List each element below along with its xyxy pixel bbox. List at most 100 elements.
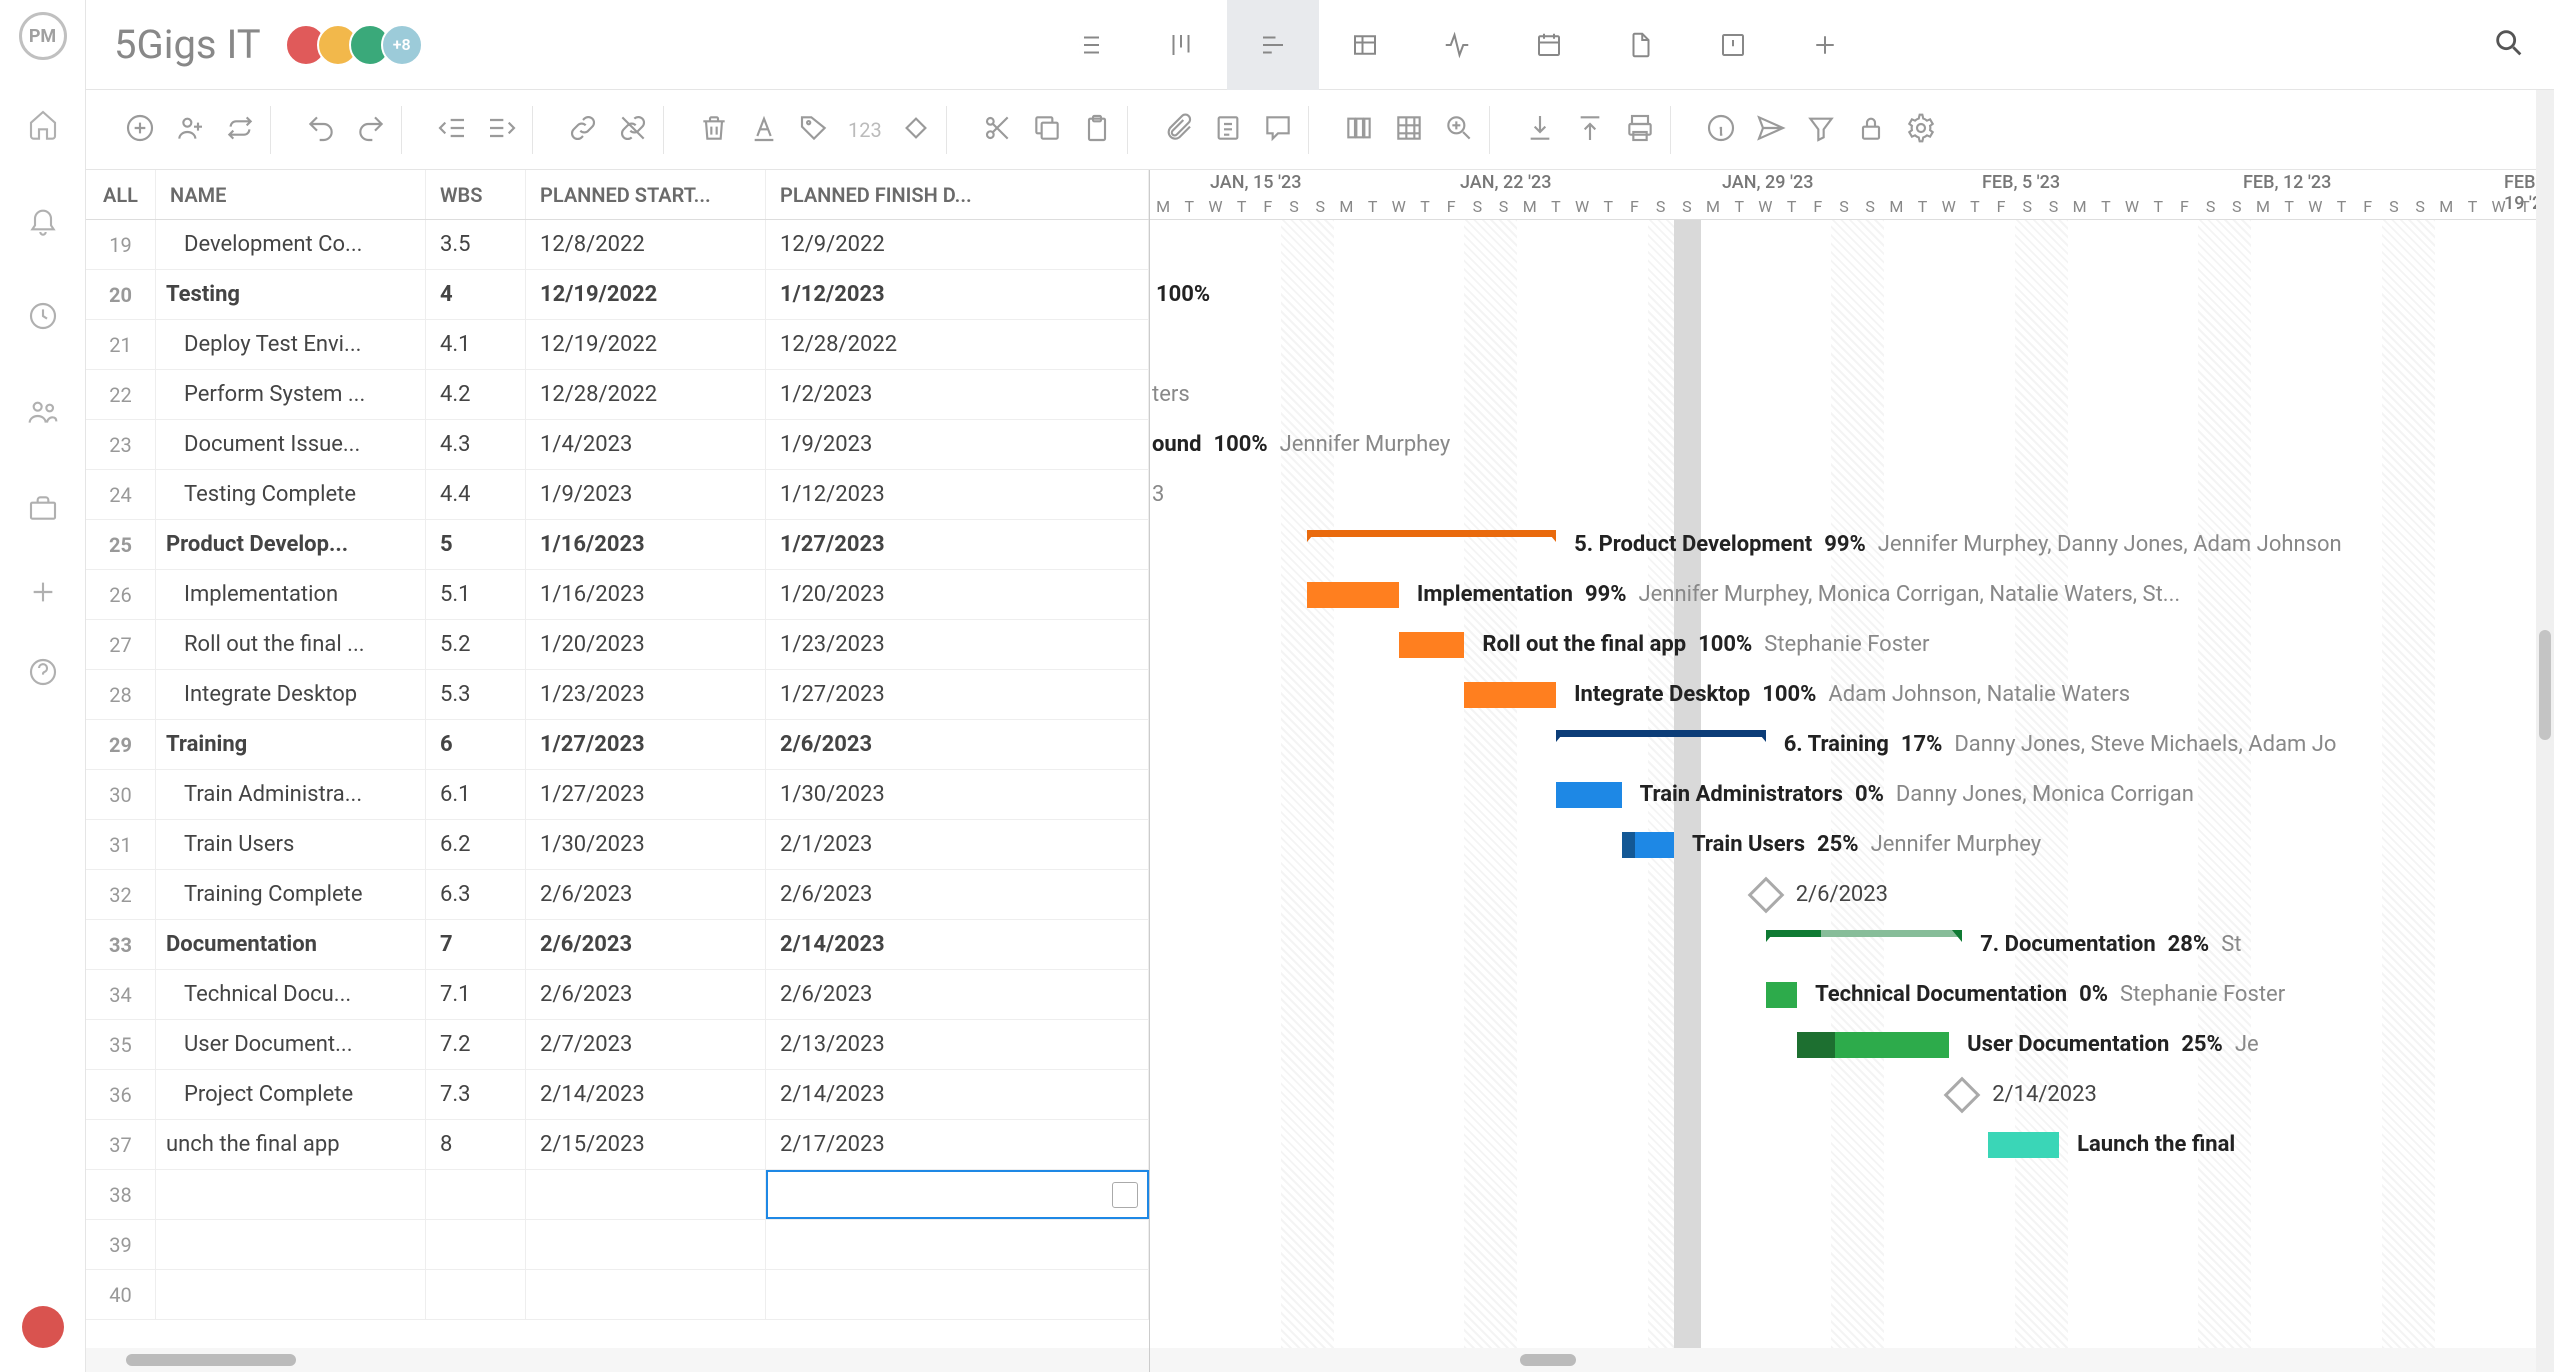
wbs-cell[interactable]: 6.1 [426,770,526,819]
start-cell[interactable]: 1/30/2023 [526,820,766,869]
settings-icon[interactable] [1905,112,1937,148]
zoom-icon[interactable] [1443,112,1475,148]
gantt-body[interactable]: 100%tersound100%Jennifer Murphey35. Prod… [1150,220,2554,1348]
tab-add[interactable] [1779,0,1871,90]
unlink-icon[interactable] [617,112,649,148]
table-row[interactable]: 27Roll out the final ...5.21/20/20231/23… [86,620,1149,670]
col-start[interactable]: PLANNED START... [526,170,766,219]
milestone-marker[interactable] [1747,877,1784,914]
table-row[interactable]: 31Train Users6.21/30/20232/1/2023 [86,820,1149,870]
table-row[interactable]: 39 [86,1220,1149,1270]
table-row[interactable]: 20Testing412/19/20221/12/2023 [86,270,1149,320]
start-cell[interactable]: 1/27/2023 [526,720,766,769]
wbs-cell[interactable]: 6.2 [426,820,526,869]
assign-icon[interactable] [174,112,206,148]
start-cell[interactable]: 1/4/2023 [526,420,766,469]
wbs-cell[interactable]: 5 [426,520,526,569]
task-bar[interactable] [1766,982,1797,1008]
lock-icon[interactable] [1855,112,1887,148]
bell-icon[interactable] [27,204,59,240]
avatar-more[interactable]: +8 [381,24,423,66]
task-bar[interactable] [1464,682,1556,708]
finish-cell[interactable]: 2/1/2023 [766,820,1149,869]
outdent-icon[interactable] [436,112,468,148]
task-name-cell[interactable]: Implementation [156,570,426,619]
comment-icon[interactable] [1262,112,1294,148]
scroll-y[interactable] [2536,90,2554,1372]
task-name-cell[interactable]: Integrate Desktop [156,670,426,719]
task-name-cell[interactable]: Train Users [156,820,426,869]
tab-sheet[interactable] [1319,0,1411,90]
table-row[interactable]: 26Implementation5.11/16/20231/20/2023 [86,570,1149,620]
task-name-cell[interactable]: Training [156,720,426,769]
task-name-cell[interactable]: Testing [156,270,426,319]
table-row[interactable]: 34Technical Docu...7.12/6/20232/6/2023 [86,970,1149,1020]
task-name-cell[interactable]: Roll out the final ... [156,620,426,669]
wbs-cell[interactable]: 4.1 [426,320,526,369]
finish-cell[interactable]: 1/12/2023 [766,270,1149,319]
start-cell[interactable]: 2/6/2023 [526,870,766,919]
finish-cell[interactable]: 1/12/2023 [766,470,1149,519]
task-bar[interactable] [1399,632,1465,658]
milestone-icon[interactable] [900,112,932,148]
wbs-cell[interactable] [426,1270,526,1319]
search-button[interactable] [2492,26,2526,64]
task-name-cell[interactable]: unch the final app [156,1120,426,1169]
wbs-cell[interactable] [426,1220,526,1269]
table-row[interactable]: 35User Document...7.22/7/20232/13/2023 [86,1020,1149,1070]
table-row[interactable]: 23Document Issue...4.31/4/20231/9/2023 [86,420,1149,470]
wbs-cell[interactable]: 5.2 [426,620,526,669]
grid-scroll-x[interactable] [86,1348,1149,1372]
finish-cell[interactable]: 2/6/2023 [766,970,1149,1019]
gantt-scroll-x[interactable] [1150,1348,2554,1372]
start-cell[interactable]: 2/14/2023 [526,1070,766,1119]
task-name-cell[interactable]: Technical Docu... [156,970,426,1019]
copy-icon[interactable] [1031,112,1063,148]
start-cell[interactable]: 1/23/2023 [526,670,766,719]
member-avatars[interactable]: +8 [285,24,423,66]
print-icon[interactable] [1624,112,1656,148]
tab-gantt[interactable] [1227,0,1319,90]
finish-cell[interactable]: 2/17/2023 [766,1120,1149,1169]
task-name-cell[interactable]: Training Complete [156,870,426,919]
finish-cell[interactable] [766,1170,1149,1219]
finish-cell[interactable]: 1/20/2023 [766,570,1149,619]
wbs-cell[interactable]: 4.2 [426,370,526,419]
wbs-cell[interactable]: 6 [426,720,526,769]
finish-cell[interactable]: 1/30/2023 [766,770,1149,819]
start-cell[interactable]: 12/28/2022 [526,370,766,419]
wbs-cell[interactable]: 7 [426,920,526,969]
export-icon[interactable] [1574,112,1606,148]
start-cell[interactable]: 1/16/2023 [526,520,766,569]
wbs-cell[interactable]: 4.3 [426,420,526,469]
wbs-cell[interactable]: 5.3 [426,670,526,719]
pm-logo[interactable]: PM [19,12,67,60]
briefcase-icon[interactable] [27,492,59,528]
columns-icon[interactable] [1343,112,1375,148]
home-icon[interactable] [27,108,59,144]
tab-calendar[interactable] [1503,0,1595,90]
link-icon[interactable] [567,112,599,148]
task-name-cell[interactable] [156,1220,426,1269]
task-name-cell[interactable]: Product Develop... [156,520,426,569]
table-row[interactable]: 38 [86,1170,1149,1220]
finish-cell[interactable]: 1/27/2023 [766,670,1149,719]
repeat-icon[interactable] [224,112,256,148]
tab-file[interactable] [1595,0,1687,90]
finish-cell[interactable]: 1/2/2023 [766,370,1149,419]
start-cell[interactable]: 2/6/2023 [526,920,766,969]
finish-cell[interactable] [766,1270,1149,1319]
table-row[interactable]: 22Perform System ...4.212/28/20221/2/202… [86,370,1149,420]
summary-bar[interactable] [1556,730,1766,742]
user-avatar[interactable] [22,1306,64,1348]
wbs-cell[interactable]: 7.2 [426,1020,526,1069]
col-finish[interactable]: PLANNED FINISH D... [766,170,1149,219]
table-row[interactable]: 29Training61/27/20232/6/2023 [86,720,1149,770]
start-cell[interactable]: 2/15/2023 [526,1120,766,1169]
delete-icon[interactable] [698,112,730,148]
task-name-cell[interactable]: Development Co... [156,220,426,269]
start-cell[interactable] [526,1270,766,1319]
finish-cell[interactable]: 1/27/2023 [766,520,1149,569]
table-row[interactable]: 33Documentation72/6/20232/14/2023 [86,920,1149,970]
wbs-cell[interactable]: 7.3 [426,1070,526,1119]
